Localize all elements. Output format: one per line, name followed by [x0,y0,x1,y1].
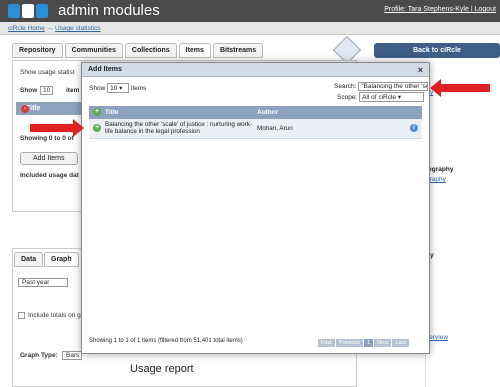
info-icon[interactable]: i [410,124,418,132]
col-author[interactable]: Author [257,109,278,116]
scope-value: All of ciRcle [362,94,397,101]
bg-show-select[interactable]: 10 [40,86,54,95]
breadcrumb: ciRcle Home → Usage statistics [0,22,500,35]
add-items-button[interactable]: Add Items [20,152,78,165]
bg-items-label: item [66,87,80,94]
dialog-header: Add Items × [82,63,429,77]
tab-graph[interactable]: Graph [44,252,79,267]
include-totals-label: Include totals on gr [28,312,83,319]
search-label: Search: [334,83,357,91]
row-author: Mohan, Arun [257,125,293,132]
breadcrumb-current[interactable]: Usage statistics [55,25,101,32]
usage-report-title: Usage report [130,363,194,375]
arrow-annotation-result [30,119,84,137]
include-totals-checkbox[interactable] [18,312,25,319]
remove-icon[interactable]: - [21,105,29,113]
page-size-control: Show 10 ▾ items [89,83,146,93]
tab-collections[interactable]: Collections [124,43,177,58]
search-input[interactable]: "Balancing the other 'scale' of justice" [358,82,429,91]
pager-previous[interactable]: Previous [335,339,365,347]
circle-logo[interactable] [8,4,48,18]
add-item-icon[interactable]: + [93,124,101,132]
scope-control: Scope: All of ciRcle ▾ [337,92,425,102]
module-tabs: Repository Communities Collections Items… [12,43,264,58]
graph-type-select[interactable]: Bars [62,351,82,360]
pager-last[interactable]: Last [392,339,410,347]
pagination: First Previous 1 Next Last [318,339,410,347]
tab-repository[interactable]: Repository [12,43,63,58]
scope-label: Scope: [337,94,358,101]
pager-next[interactable]: Next [374,339,393,347]
show-label: Show [89,85,106,92]
side-heading-bibliography: iography [426,166,454,173]
page-size-select[interactable]: 10 ▾ [107,83,130,93]
page-size-value: 10 [110,85,118,92]
add-all-icon[interactable]: + [93,108,101,116]
results-table-header: + Title Author [89,106,422,119]
bg-show-label: Show [20,87,38,94]
show-usage-text: Show usage statist [20,69,75,76]
arrow-annotation-search [430,79,490,97]
tab-data[interactable]: Data [14,252,44,267]
tab-communities[interactable]: Communities [64,43,123,58]
close-icon[interactable]: × [418,65,423,75]
items-label: items [130,85,147,92]
period-select[interactable]: Past year [18,278,68,287]
dialog-title: Add Items [88,66,122,73]
breadcrumb-separator: → [46,25,54,32]
pager-page-1[interactable]: 1 [364,339,375,347]
top-bar: admin modules Profile: Tara Stephens-Kyl… [0,0,500,22]
tab-bitstreams[interactable]: Bitstreams [212,43,264,58]
tab-items[interactable]: Items [178,43,211,58]
table-row[interactable]: + Balancing the other 'scale' of justice… [89,119,422,139]
pager-first[interactable]: First [318,339,336,347]
results-info: Showing 1 to 1 of 1 items (filtered from… [89,338,243,344]
search-control: Search: "Balancing the other 'scale' of … [334,82,429,91]
breadcrumb-home[interactable]: ciRcle Home [8,25,45,32]
col-title[interactable]: Title [105,109,118,116]
app-title: admin modules [58,2,160,19]
add-items-dialog: Add Items × Show 10 ▾ items Search: "Bal… [81,62,430,354]
right-sidebar: try iography graphy n ity s verview [425,62,500,387]
row-title: Balancing the other 'scale' of justice :… [105,121,252,135]
included-usage-text: Included usage dat [20,172,79,179]
back-to-circle-button[interactable]: Back to ciRcle [374,43,500,58]
scope-select[interactable]: All of ciRcle ▾ [359,92,425,102]
bg-showing-text: Showing 0 to 0 of [20,135,74,142]
profile-link[interactable]: Profile: Tara Stephens-Kyle | Logout [384,6,496,13]
graph-type-label: Graph Type: [20,352,58,359]
